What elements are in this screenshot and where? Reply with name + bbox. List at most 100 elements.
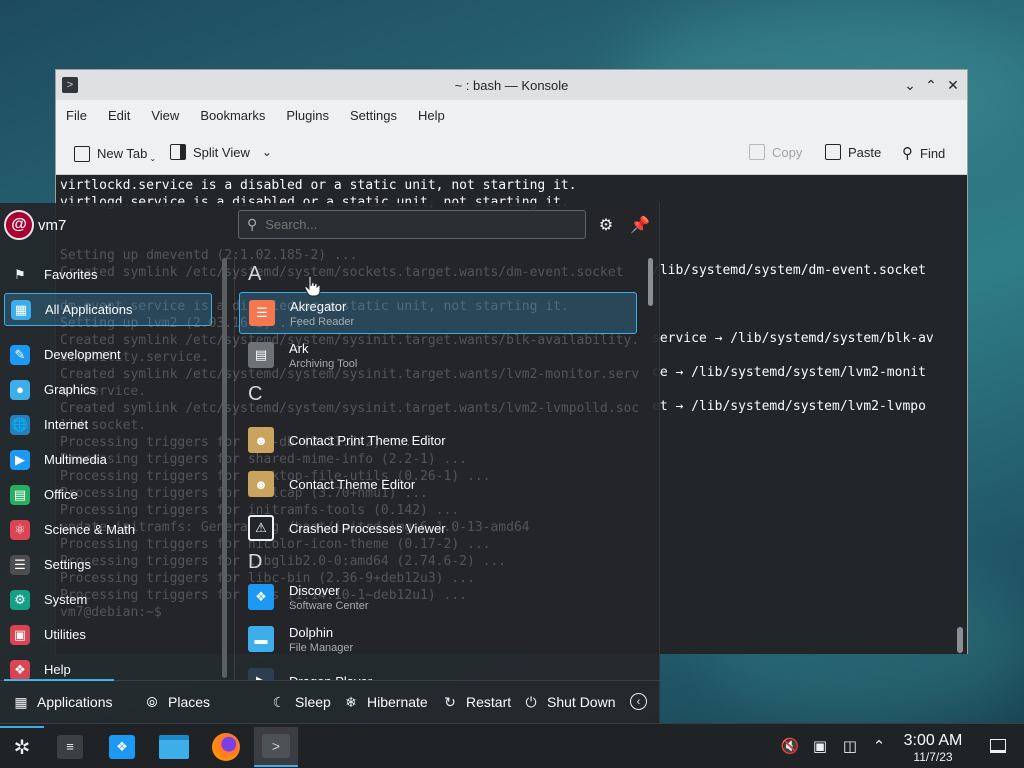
title-bar[interactable]: > ~ : bash — Konsole ⌄ ⌃ ✕ — [56, 70, 967, 100]
sleep-icon: ☾ — [272, 693, 286, 710]
grid-icon: ▦ — [11, 299, 31, 320]
sidebar-item-graphics[interactable]: ● Graphics — [4, 373, 212, 406]
menu-view[interactable]: View — [151, 108, 179, 123]
copy-button[interactable]: Copy — [749, 144, 802, 160]
menu-file[interactable]: File — [66, 108, 87, 123]
copy-icon — [749, 144, 765, 160]
category-scrollbar[interactable] — [222, 258, 227, 678]
shutdown-button[interactable]: ⏻ Shut Down — [522, 693, 615, 711]
menu-bookmarks[interactable]: Bookmarks — [200, 108, 265, 123]
sidebar-item-label: Office — [44, 487, 78, 502]
show-desktop-icon[interactable] — [988, 736, 1008, 756]
copy-label: Copy — [772, 144, 803, 160]
terminal-icon[interactable]: > — [62, 77, 78, 93]
sidebar-item-development[interactable]: ✎ Development — [4, 338, 212, 371]
list-item-dragon-player[interactable]: ▶Dragon Player — [239, 660, 637, 680]
task-discover[interactable]: ❖ — [100, 727, 144, 767]
maximize-icon[interactable]: ⌃ — [922, 76, 940, 94]
sidebar-item-label: Development — [44, 347, 121, 362]
tab-applications[interactable]: ▦ Applications — [12, 693, 112, 711]
sidebar-item-office[interactable]: ▤ Office — [4, 478, 212, 511]
launcher-header: @ vm7 ⚲ ⚙ 📌 — [0, 203, 659, 245]
chevron-down-icon[interactable]: ⌄ — [262, 145, 272, 159]
list-item-crashed-processes-viewer[interactable]: ⚠ Crashed Processes Viewer — [239, 507, 637, 549]
menu-edit[interactable]: Edit — [108, 108, 130, 123]
new-tab-button[interactable]: New Tab ⌄ — [74, 144, 156, 163]
find-label: Find — [920, 145, 946, 161]
close-icon[interactable]: ✕ — [944, 76, 962, 94]
sidebar-item-settings[interactable]: ☰ Settings — [4, 548, 212, 581]
minimize-icon[interactable]: ⌄ — [901, 76, 919, 94]
restart-button[interactable]: ↻ Restart — [441, 693, 511, 711]
window-title: ~ : bash — Konsole — [454, 77, 569, 93]
restart-icon: ↻ — [444, 693, 456, 710]
search-input[interactable] — [265, 217, 566, 232]
list-item-akregator[interactable]: ☰ Akregator Feed Reader — [239, 292, 637, 334]
chevron-up-icon[interactable]: ⌃ — [869, 736, 889, 756]
sidebar-item-utilities[interactable]: ▣ Utilities — [4, 618, 212, 651]
hibernate-label: Hibernate — [367, 694, 428, 710]
folder-icon — [159, 735, 189, 759]
hibernate-button[interactable]: ❄ Hibernate — [342, 693, 428, 711]
sidebar-item-favorites[interactable]: ⚑ Favorites — [4, 258, 212, 291]
app-name: Crashed Processes Viewer — [289, 520, 446, 536]
list-item-ark[interactable]: ▤ Ark Archiving Tool — [239, 334, 637, 376]
pin-icon[interactable]: 📌 — [630, 215, 650, 235]
split-view-button[interactable]: Split View ⌄ — [170, 144, 272, 160]
app-description: File Manager — [289, 641, 354, 654]
chevron-down-icon: ⌄ — [149, 154, 157, 163]
task-firefox[interactable] — [204, 727, 248, 767]
menu-settings[interactable]: Settings — [350, 108, 397, 123]
app-name: Ark — [289, 340, 309, 356]
sleep-button[interactable]: ☾ Sleep — [270, 693, 331, 711]
volume-muted-icon[interactable]: 🔇 — [780, 736, 800, 756]
internet-icon: 🌐 — [10, 414, 30, 435]
discover-icon: ❖ — [248, 584, 274, 610]
search-field[interactable]: ⚲ — [238, 210, 586, 239]
list-item-contact-theme-editor[interactable]: ☻ Contact Theme Editor — [239, 463, 637, 505]
new-tab-label: New Tab — [97, 146, 148, 161]
configure-icon[interactable]: ⚙ — [596, 215, 616, 235]
sidebar-item-label: Internet — [44, 417, 89, 432]
sidebar-item-multimedia[interactable]: ▶ Multimedia — [4, 443, 212, 476]
network-icon[interactable]: ◫ — [840, 736, 860, 756]
sidebar-item-label: Utilities — [44, 627, 86, 642]
sidebar-item-system[interactable]: ⚙ System — [4, 583, 212, 616]
avatar[interactable]: @ — [4, 210, 34, 240]
usb-device-icon[interactable]: ▣ — [810, 736, 830, 756]
split-view-icon — [170, 144, 186, 160]
shutdown-label: Shut Down — [547, 694, 616, 710]
app-launcher-button[interactable]: ✲ — [0, 726, 44, 767]
search-icon: ⚲ — [247, 216, 258, 232]
more-options-button[interactable]: ‹ — [630, 693, 654, 710]
crash-icon: ⚠ — [248, 515, 274, 541]
science-icon: ⚛ — [10, 519, 30, 540]
terminal-icon: > — [262, 734, 290, 758]
development-icon: ✎ — [10, 344, 30, 365]
menu-help[interactable]: Help — [418, 108, 445, 123]
section-letter: A — [248, 263, 262, 285]
task-settings[interactable]: ≡ — [48, 727, 92, 767]
application-launcher: Setting up dmeventd (2:1.02.185-2) ... C… — [0, 203, 660, 723]
list-item-discover[interactable]: ❖ Discover Software Center — [239, 576, 637, 618]
scrollbar[interactable] — [957, 627, 963, 653]
list-item-contact-print-theme-editor[interactable]: ☻ Contact Print Theme Editor — [239, 419, 637, 461]
firefox-icon — [212, 733, 240, 761]
contact-print-icon: ☻ — [248, 427, 274, 453]
sidebar-item-science-math[interactable]: ⚛ Science & Math — [4, 513, 212, 546]
list-item-dolphin[interactable]: ▬ Dolphin File Manager — [239, 618, 637, 660]
app-name: Discover — [289, 582, 340, 598]
clock-date: 11/7/23 — [913, 750, 953, 764]
sidebar-item-internet[interactable]: 🌐 Internet — [4, 408, 212, 441]
digital-clock[interactable]: 3:00 AM 11/7/23 — [900, 732, 966, 764]
paste-button[interactable]: Paste — [825, 144, 881, 160]
app-scrollbar[interactable] — [648, 258, 653, 306]
task-dolphin[interactable] — [152, 727, 196, 767]
tab-places[interactable]: ⦾ Places — [143, 693, 210, 711]
app-name: Contact Theme Editor — [289, 476, 416, 492]
system-settings-icon: ≡ — [57, 735, 83, 759]
task-konsole[interactable]: > — [254, 727, 298, 767]
menu-plugins[interactable]: Plugins — [286, 108, 329, 123]
find-button[interactable]: ⚲ Find — [902, 144, 945, 162]
sidebar-item-all-applications[interactable]: ▦ All Applications — [4, 293, 212, 326]
